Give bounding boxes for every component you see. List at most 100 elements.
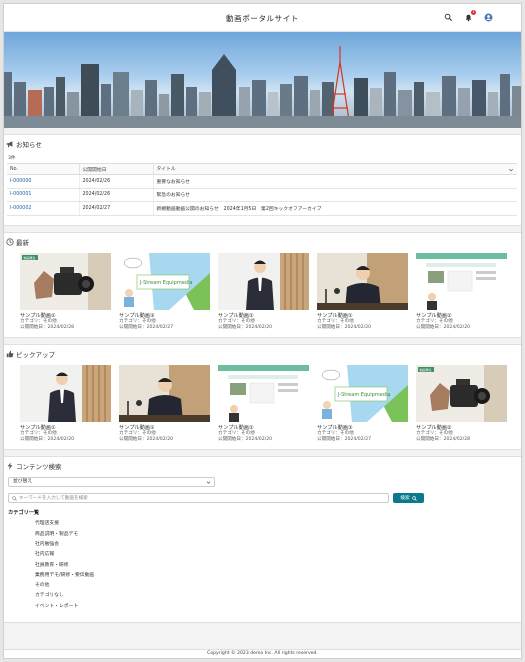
table-row[interactable]: I-000002 2024/02/27 新規動画動画公開のお知らせ 2024年1… <box>7 201 517 216</box>
category-item[interactable]: 社内広報 <box>35 550 521 560</box>
thumb-tag: 動画再生 <box>24 254 36 259</box>
category-item[interactable]: 商品説明・製品デモ <box>35 530 521 540</box>
keyword-search-placeholder: キーワードを入力して動画を検索 <box>19 496 88 502</box>
table-row[interactable]: I-000000 2024/02/26 重要なお知らせ <box>7 174 517 189</box>
news-no-cell[interactable]: I-000002 <box>7 201 79 216</box>
latest-video-row: 動画再生 サンプル動画② カテゴリ：その他 公開開始日：2024/02/28 J… <box>4 250 521 337</box>
content-search-section: コンテンツ検索 並び替え キーワードを入力して動画を検索 検索 カテゴリ一覧 代… <box>4 456 521 623</box>
col-title-label: タイトル <box>156 167 176 172</box>
site-header: 動画ポータルサイト 1 <box>4 4 521 32</box>
category-item[interactable]: 社員教育・研修 <box>35 561 521 571</box>
video-card[interactable]: サンプル動画① カテゴリ：その他 公開開始日：2024/02/20 <box>416 252 507 331</box>
video-date: 公開開始日：2024/02/27 <box>119 324 174 330</box>
video-card[interactable]: サンプル動画① カテゴリ：その他 公開開始日：2024/02/20 <box>317 252 408 331</box>
news-date-cell: 2024/02/26 <box>78 188 153 202</box>
video-date: 公開開始日：2024/02/28 <box>20 324 75 330</box>
news-no-link[interactable]: I-000002 <box>10 206 31 211</box>
video-card[interactable]: 動画再生 サンプル動画② カテゴリ：その他 公開開始日：2024/02/28 <box>20 252 111 331</box>
video-card[interactable]: 動画再生 サンプル動画② カテゴリ：その他 公開開始日：2024/02/28 <box>416 364 507 443</box>
latest-title: 最新 <box>16 238 29 247</box>
latest-section: 最新 動画再生 サンプル動画② カテゴリ：その他 公開開始日：2024/02/2… <box>4 231 521 338</box>
bell-icon[interactable]: 1 <box>464 10 476 22</box>
video-card[interactable]: J-Stream Equipmedia サンプル動画③ カテゴリ：その他 公開開… <box>119 252 210 331</box>
category-item[interactable]: その他 <box>35 581 521 591</box>
lightning-icon <box>7 462 13 470</box>
user-icon[interactable] <box>484 13 493 22</box>
news-no-cell[interactable]: I-000001 <box>7 188 79 202</box>
thumb-tag: 動画再生 <box>420 367 432 372</box>
news-no-link[interactable]: I-000000 <box>10 179 31 184</box>
col-title[interactable]: タイトル <box>153 163 517 175</box>
video-thumbnail[interactable]: 動画再生 <box>416 364 507 422</box>
table-row[interactable]: I-000001 2024/02/26 緊急のお知らせ <box>7 188 517 202</box>
category-item[interactable]: カテゴリなし <box>35 591 521 601</box>
video-thumbnail[interactable] <box>119 364 210 422</box>
news-table: No. 公開開始日 タイトル I-000000 2024/02/26 重要なお知… <box>7 163 517 216</box>
keyword-search-input[interactable]: キーワードを入力して動画を検索 <box>8 493 389 504</box>
video-date: 公開開始日：2024/02/20 <box>119 437 174 443</box>
video-thumbnail[interactable] <box>20 364 111 422</box>
news-count: 3件 <box>8 156 16 161</box>
news-date-cell: 2024/02/27 <box>78 201 153 216</box>
search-icon[interactable] <box>444 13 453 22</box>
video-thumbnail[interactable] <box>317 252 408 310</box>
page-frame: 動画ポータルサイト 1 お知らせ 3件 No. 公開開始日 タイトル I-000… <box>3 3 522 659</box>
col-no[interactable]: No. <box>7 163 80 175</box>
notification-badge: 1 <box>471 10 476 15</box>
category-item[interactable]: 代理店支援 <box>35 519 521 529</box>
video-card[interactable]: サンプル動画① カテゴリ：その他 公開開始日：2024/02/20 <box>20 364 111 443</box>
category-item[interactable]: 業務用デモ/研修・要伝動画 <box>35 571 521 581</box>
hero-banner <box>4 32 521 128</box>
pickup-heading: ピックアップ <box>4 345 521 362</box>
news-section: お知らせ 3件 No. 公開開始日 タイトル I-000000 2024/02/… <box>4 134 521 226</box>
video-thumbnail[interactable] <box>218 364 309 422</box>
col-date[interactable]: 公開開始日 <box>79 163 154 175</box>
header-icons: 1 <box>444 10 493 22</box>
news-title-cell: 緊急のお知らせ <box>152 188 517 202</box>
video-thumbnail[interactable]: J-Stream Equipmedia <box>119 252 210 310</box>
news-date-cell: 2024/02/26 <box>78 174 153 189</box>
pickup-section: ピックアップ サンプル動画① カテゴリ：その他 公開開始日：2024/02/20… <box>4 343 521 451</box>
video-thumbnail[interactable] <box>416 252 507 310</box>
video-date: 公開開始日：2024/02/20 <box>317 324 372 330</box>
video-date: 公開開始日：2024/02/20 <box>218 324 273 330</box>
sort-select-value: 並び替え <box>13 479 33 485</box>
search-button[interactable]: 検索 <box>393 493 424 504</box>
news-heading: お知らせ <box>4 135 521 152</box>
footer-copyright: Copyright © 2023 demo Inc. All rights re… <box>4 649 521 658</box>
thumbs-up-icon <box>6 350 14 358</box>
search-bar: キーワードを入力して動画を検索 検索 <box>8 493 521 504</box>
search-title: コンテンツ検索 <box>16 463 62 472</box>
search-icon <box>12 496 17 501</box>
city-skyline-image <box>4 46 521 128</box>
video-card[interactable]: サンプル動画① カテゴリ：その他 公開開始日：2024/02/20 <box>218 364 309 443</box>
video-card[interactable]: サンプル動画① カテゴリ：その他 公開開始日：2024/02/20 <box>119 364 210 443</box>
search-button-label: 検索 <box>400 496 410 502</box>
video-date: 公開開始日：2024/02/28 <box>416 437 471 443</box>
category-list: 代理店支援 商品説明・製品デモ 社内勉強会 社内広報 社員教育・研修 業務用デモ… <box>35 519 521 612</box>
video-date: 公開開始日：2024/02/20 <box>416 324 471 330</box>
thumb-equipmedia: J-Stream Equipmedia <box>337 392 390 398</box>
news-no-link[interactable]: I-000001 <box>10 192 31 197</box>
megaphone-icon <box>6 141 13 148</box>
sort-select[interactable]: 並び替え <box>8 477 215 488</box>
video-thumbnail[interactable]: J-Stream Equipmedia <box>317 364 408 422</box>
pickup-title: ピックアップ <box>16 350 55 359</box>
chevron-down-icon[interactable] <box>508 167 514 173</box>
chevron-down-icon <box>206 481 211 485</box>
search-icon <box>411 496 417 501</box>
category-item[interactable]: 社内勉強会 <box>35 540 521 550</box>
video-thumbnail[interactable]: 動画再生 <box>20 252 111 310</box>
video-thumbnail[interactable] <box>218 252 309 310</box>
news-title-cell: 重要なお知らせ <box>152 174 517 189</box>
search-heading: コンテンツ検索 <box>4 457 521 474</box>
category-item[interactable]: イベント・レポート <box>35 602 521 612</box>
video-date: 公開開始日：2024/02/20 <box>218 437 273 443</box>
video-card[interactable]: サンプル動画① カテゴリ：その他 公開開始日：2024/02/20 <box>218 252 309 331</box>
latest-heading: 最新 <box>4 233 521 250</box>
thumb-equipmedia: J-Stream Equipmedia <box>139 280 192 286</box>
video-card[interactable]: J-Stream Equipmedia サンプル動画③ カテゴリ：その他 公開開… <box>317 364 408 443</box>
news-no-cell[interactable]: I-000000 <box>7 174 79 189</box>
video-date: 公開開始日：2024/02/27 <box>317 437 372 443</box>
news-title: お知らせ <box>16 141 42 149</box>
